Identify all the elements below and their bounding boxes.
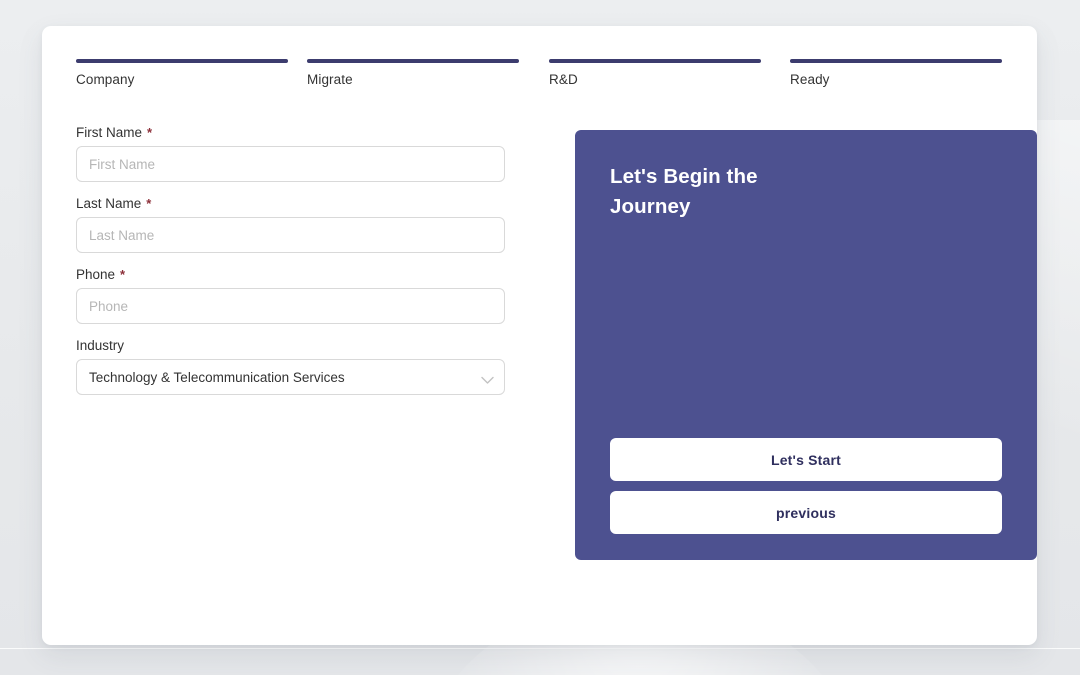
required-asterisk: * — [120, 267, 126, 282]
first-name-label: First Name * — [76, 125, 506, 140]
field-phone: Phone * — [76, 267, 506, 324]
lets-start-button[interactable]: Let's Start — [610, 438, 1002, 481]
first-name-input[interactable] — [76, 146, 505, 182]
previous-button[interactable]: previous — [610, 491, 1002, 534]
step-progress-bar — [549, 59, 761, 63]
promo-title: Let's Begin the Journey — [610, 165, 758, 219]
industry-label: Industry — [76, 338, 125, 353]
signup-form: First Name * Last Name * Phone * Industry T… — [76, 125, 506, 409]
phone-input[interactable] — [76, 288, 505, 324]
last-name-label: Last Name * — [76, 196, 506, 211]
field-first-name: First Name * — [76, 125, 506, 182]
step-progress-bar — [307, 59, 519, 63]
field-industry: Industry Technology & Telecommunication … — [76, 338, 506, 395]
stepper-step-ready[interactable]: Ready — [790, 59, 1002, 87]
step-progress-bar — [790, 59, 1002, 63]
stepper-step-label: Company — [76, 72, 135, 87]
first-name-label-text: First Name — [76, 125, 143, 140]
phone-label: Phone * — [76, 267, 506, 282]
last-name-input[interactable] — [76, 217, 505, 253]
promo-actions: Let's Start previous — [610, 438, 1002, 538]
industry-selected-value: Technology & Telecommunication Services — [89, 369, 345, 385]
stepper-step-label: R&D — [549, 72, 578, 87]
stepper-step-label: Ready — [790, 72, 830, 87]
required-asterisk: * — [147, 125, 153, 140]
stepper: Company Migrate R&D Ready — [42, 26, 1037, 126]
background-divider-line — [0, 648, 1080, 649]
field-last-name: Last Name * — [76, 196, 506, 253]
stepper-step-company[interactable]: Company — [76, 59, 288, 87]
onboarding-card: Company Migrate R&D Ready First Name * La… — [42, 26, 1037, 645]
step-progress-bar — [76, 59, 288, 63]
stepper-step-label: Migrate — [307, 72, 353, 87]
stepper-step-rnd[interactable]: R&D — [549, 59, 761, 87]
industry-select-wrapper: Technology & Telecommunication Services — [76, 359, 505, 395]
last-name-label-text: Last Name — [76, 196, 142, 211]
required-asterisk: * — [146, 196, 152, 211]
phone-label-text: Phone — [76, 267, 116, 282]
promo-panel: Let's Begin the Journey Let's Start prev… — [575, 130, 1037, 560]
stepper-step-migrate[interactable]: Migrate — [307, 59, 519, 87]
industry-select[interactable]: Technology & Telecommunication Services — [76, 359, 505, 395]
